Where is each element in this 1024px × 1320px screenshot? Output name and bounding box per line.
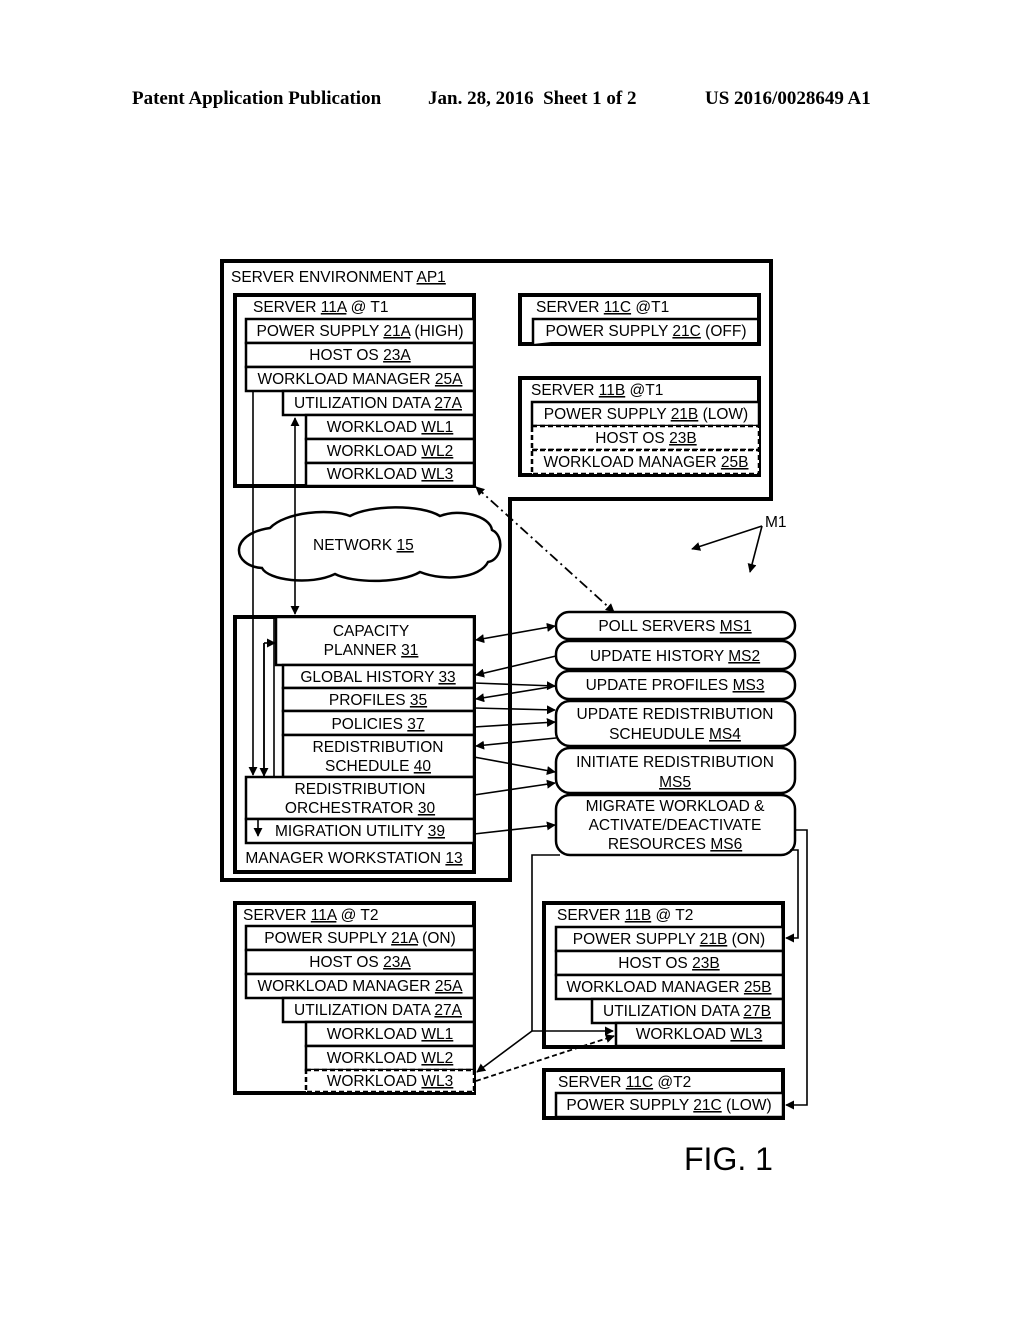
server-title: SERVER 11B @T1: [531, 382, 663, 399]
power-supply-row: POWER SUPPLY 21B (LOW): [544, 406, 748, 423]
network-label: NETWORK 15: [313, 537, 414, 554]
arrow-global-history-ms3: [473, 681, 556, 691]
svg-text:RESOURCES MS6: RESOURCES MS6: [608, 836, 742, 853]
svg-text:UTILIZATION DATA 27A: UTILIZATION DATA 27A: [294, 1002, 463, 1019]
svg-text:WORKLOAD WL1: WORKLOAD WL1: [327, 1026, 454, 1043]
arrow-schedule-ms5: [473, 756, 556, 775]
host-os-row: HOST OS 23A: [309, 347, 411, 364]
server-11b-t1: SERVER 11B @T1 POWER SUPPLY 21B (LOW) HO…: [518, 376, 761, 477]
arrow-ms1-planner: [475, 622, 556, 644]
utilization-data-row: UTILIZATION DATA 27A: [294, 395, 463, 412]
network-cloud: NETWORK 15: [237, 506, 502, 583]
server-title: SERVER 11B @ T2: [557, 907, 693, 924]
figure-1-diagram: SERVER ENVIRONMENT AP1 SERVER 11A @ T1 P…: [220, 259, 808, 1177]
server-11c-t2: SERVER 11C @T2 POWER SUPPLY 21C (LOW): [542, 1068, 785, 1120]
capacity-planner-label: CAPACITY: [333, 623, 409, 640]
m1-pointer-icon: [691, 525, 763, 551]
redistribution-schedule-label: REDISTRIBUTION: [313, 739, 444, 756]
svg-text:INITIATE REDISTRIBUTION: INITIATE REDISTRIBUTION: [576, 754, 774, 771]
power-supply-row: POWER SUPPLY 21C (OFF): [546, 323, 747, 340]
svg-text:WORKLOAD MANAGER 25B: WORKLOAD MANAGER 25B: [566, 979, 771, 996]
arrow-migration-ms6: [473, 821, 556, 835]
server-11a-t1: SERVER 11A @ T1 POWER SUPPLY 21A (HIGH) …: [233, 293, 476, 488]
redistribution-orchestrator-label: ORCHESTRATOR 30: [285, 800, 436, 817]
workload-row: WORKLOAD WL2: [327, 443, 454, 460]
svg-text:HOST OS 23A: HOST OS 23A: [309, 954, 411, 971]
workload-wl3-migrating: WORKLOAD WL3: [327, 1073, 454, 1090]
arrow-ms4-schedule: [475, 737, 557, 750]
svg-text:WORKLOAD WL3: WORKLOAD WL3: [636, 1026, 763, 1043]
svg-text:SCHEUDULE MS4: SCHEUDULE MS4: [609, 726, 741, 743]
connector-ms6-to-11b-power: [785, 849, 799, 943]
svg-text:POLL SERVERS MS1: POLL SERVERS MS1: [598, 618, 751, 635]
method-steps: POLL SERVERS MS1 UPDATE HISTORY MS2 UPDA…: [554, 610, 797, 857]
server-11b-t2: SERVER 11B @ T2 POWER SUPPLY 21B (ON) HO…: [542, 901, 785, 1049]
connector-ms6-to-11c-power: [785, 829, 808, 1110]
svg-text:POWER SUPPLY 21B (ON): POWER SUPPLY 21B (ON): [573, 931, 765, 948]
profiles-label: PROFILES 35: [329, 692, 427, 709]
manager-workstation: CAPACITY PLANNER 31 GLOBAL HISTORY 33 PR…: [233, 615, 476, 874]
power-supply-row: POWER SUPPLY 21A (HIGH): [256, 323, 463, 340]
server-title: SERVER 11C @T2: [558, 1074, 691, 1091]
manager-workstation-label: MANAGER WORKSTATION 13: [245, 850, 462, 867]
server-title: SERVER 11A @ T1: [253, 299, 389, 316]
m1-pointer-icon: [747, 525, 763, 573]
arrow-ms3-profiles: [475, 685, 557, 703]
svg-text:UTILIZATION DATA 27B: UTILIZATION DATA 27B: [603, 1003, 771, 1020]
global-history-label: GLOBAL HISTORY 33: [300, 669, 455, 686]
workload-manager-row: WORKLOAD MANAGER 25B: [543, 454, 748, 471]
redistribution-orchestrator-label: REDISTRIBUTION: [295, 781, 426, 798]
figure-label: FIG. 1: [684, 1141, 773, 1177]
svg-text:UPDATE REDISTRIBUTION: UPDATE REDISTRIBUTION: [577, 706, 774, 723]
server-11c-t1: SERVER 11C @T1 POWER SUPPLY 21C (OFF): [518, 293, 761, 346]
arrow-policies-ms4: [473, 718, 556, 728]
server-title: SERVER 11C @T1: [536, 299, 669, 316]
svg-text:WORKLOAD WL2: WORKLOAD WL2: [327, 1050, 454, 1067]
server-11a-t2: SERVER 11A @ T2 POWER SUPPLY 21A (ON) HO…: [233, 901, 476, 1095]
workload-row: WORKLOAD WL3: [327, 466, 454, 483]
server-title: SERVER 11A @ T2: [243, 907, 379, 924]
svg-text:MIGRATE WORKLOAD &: MIGRATE WORKLOAD &: [586, 798, 766, 815]
svg-text:POWER SUPPLY 21C (LOW): POWER SUPPLY 21C (LOW): [566, 1097, 771, 1114]
method-label: M1: [765, 514, 787, 531]
policies-label: POLICIES 37: [331, 716, 424, 733]
arrow-orchestrator-ms5: [473, 779, 556, 796]
server-environment-label: SERVER ENVIRONMENT AP1: [231, 269, 446, 286]
workload-manager-row: WORKLOAD MANAGER 25A: [257, 371, 463, 388]
migration-utility-label: MIGRATION UTILITY 39: [275, 823, 445, 840]
capacity-planner-label: PLANNER 31: [324, 642, 419, 659]
svg-text:POWER SUPPLY 21A (ON): POWER SUPPLY 21A (ON): [264, 930, 456, 947]
svg-text:UPDATE HISTORY MS2: UPDATE HISTORY MS2: [590, 648, 760, 665]
svg-text:MS5: MS5: [659, 774, 691, 791]
redistribution-schedule-label: SCHEDULE 40: [325, 758, 431, 775]
workload-row: WORKLOAD WL1: [327, 419, 454, 436]
arrow-ms2-global-history: [475, 655, 557, 678]
host-os-row: HOST OS 23B: [595, 430, 696, 447]
svg-text:ACTIVATE/DEACTIVATE: ACTIVATE/DEACTIVATE: [589, 817, 762, 834]
svg-text:UPDATE PROFILES MS3: UPDATE PROFILES MS3: [586, 677, 765, 694]
svg-text:WORKLOAD MANAGER 25A: WORKLOAD MANAGER 25A: [257, 978, 463, 995]
svg-text:HOST OS 23B: HOST OS 23B: [618, 955, 719, 972]
arrow-profiles-ms4: [473, 705, 556, 715]
